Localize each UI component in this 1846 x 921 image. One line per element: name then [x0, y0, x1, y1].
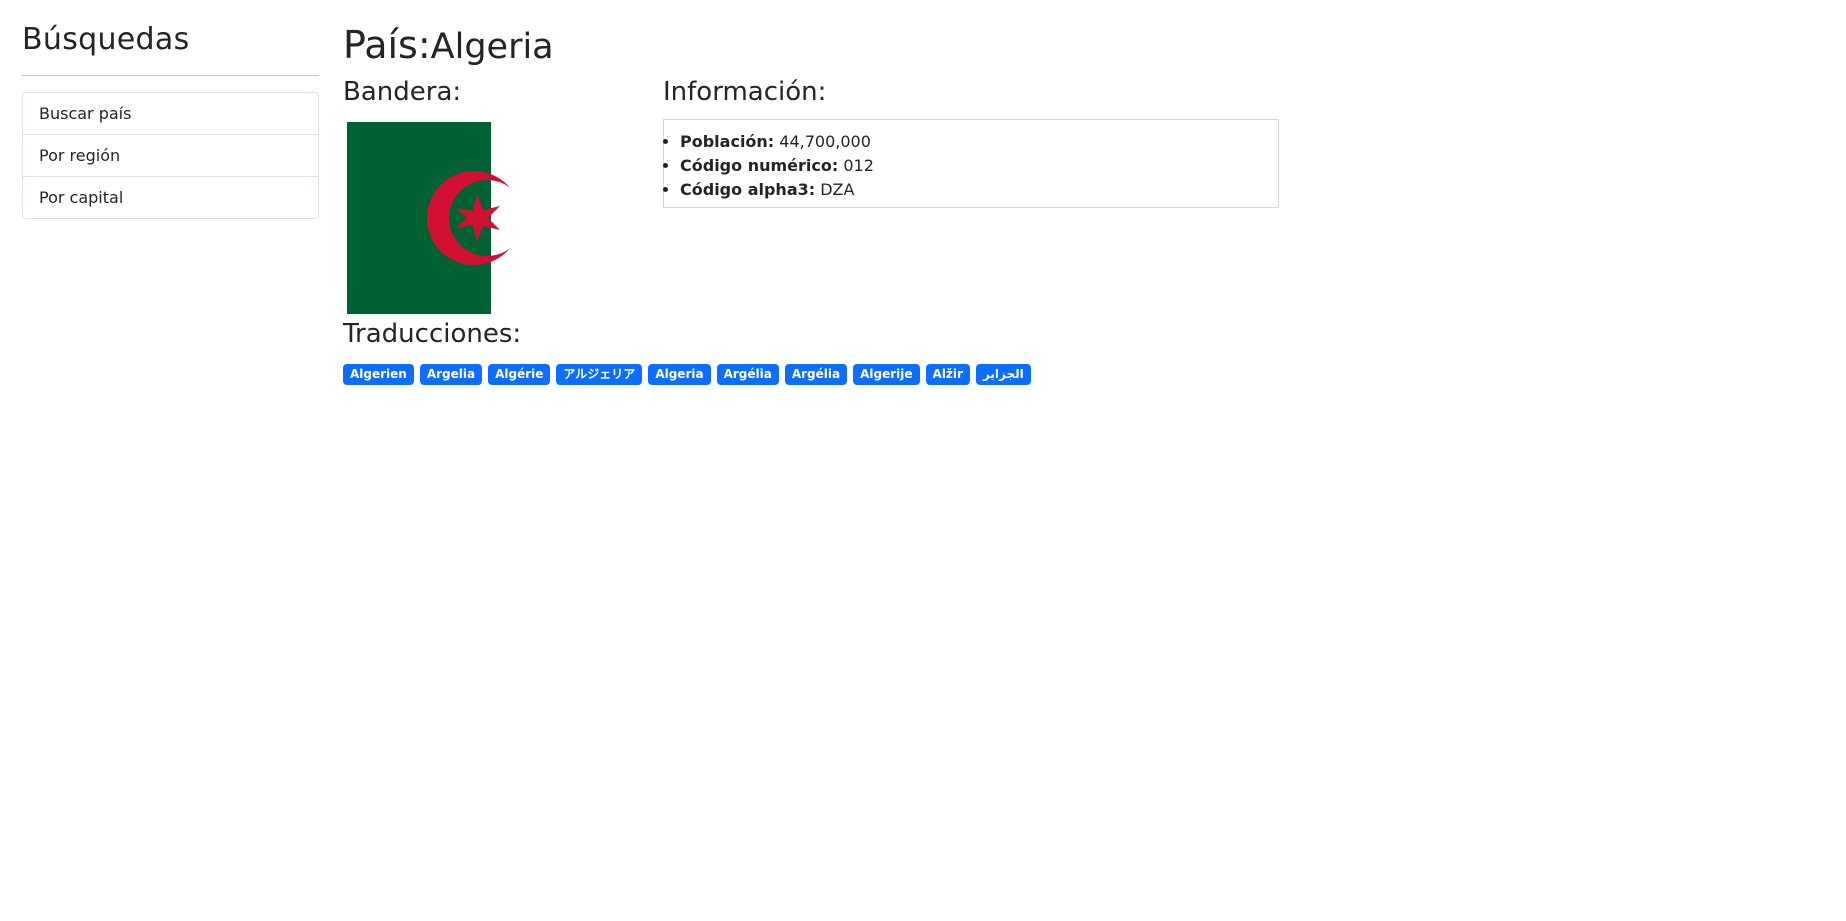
translation-badge: Argélia — [784, 364, 848, 385]
translation-badge: Algeria — [648, 364, 711, 385]
info-item-numeric-code: Código numérico: 012 — [680, 154, 1278, 178]
country-name: Algeria — [430, 27, 554, 67]
info-item-alpha3: Código alpha3: DZA — [680, 178, 1278, 202]
translation-badge: Algérie — [488, 364, 551, 385]
translation-badge: Alžir — [925, 364, 970, 385]
main-content: País:Algeria Bandera: Información: Pobla… — [343, 18, 1846, 385]
translations-list: Algerien Argelia Algérie アルジェリア Algeria … — [343, 364, 1031, 385]
sidebar-title: Búsquedas — [22, 22, 190, 57]
nav-item-por-region[interactable]: Por región — [23, 134, 318, 176]
translation-badge: الجزاير — [975, 364, 1031, 385]
info-heading: Información: — [663, 77, 827, 107]
translation-badge: Algerije — [853, 364, 920, 385]
info-list: Población: 44,700,000 Código numérico: 0… — [664, 120, 1278, 202]
info-item-population: Población: 44,700,000 — [680, 130, 1278, 154]
algeria-flag-icon — [347, 122, 539, 314]
page-title-label: País: — [343, 23, 431, 67]
search-nav: Buscar país Por región Por capital — [22, 92, 319, 219]
info-card: Población: 44,700,000 Código numérico: 0… — [663, 119, 1279, 208]
translations-heading: Traducciones: — [343, 319, 522, 349]
nav-item-por-capital[interactable]: Por capital — [23, 176, 318, 218]
divider — [22, 75, 319, 76]
flag-heading: Bandera: — [343, 77, 462, 107]
translation-badge: Algerien — [343, 364, 414, 385]
sidebar: Búsquedas Buscar país Por región Por cap… — [22, 18, 319, 219]
country-flag — [347, 122, 539, 318]
nav-item-buscar-pais[interactable]: Buscar país — [23, 93, 318, 134]
translation-badge: アルジェリア — [556, 364, 643, 385]
translation-badge: Argelia — [419, 364, 483, 385]
translation-badge: Argélia — [716, 364, 779, 385]
page-title: País:Algeria — [343, 18, 1846, 74]
